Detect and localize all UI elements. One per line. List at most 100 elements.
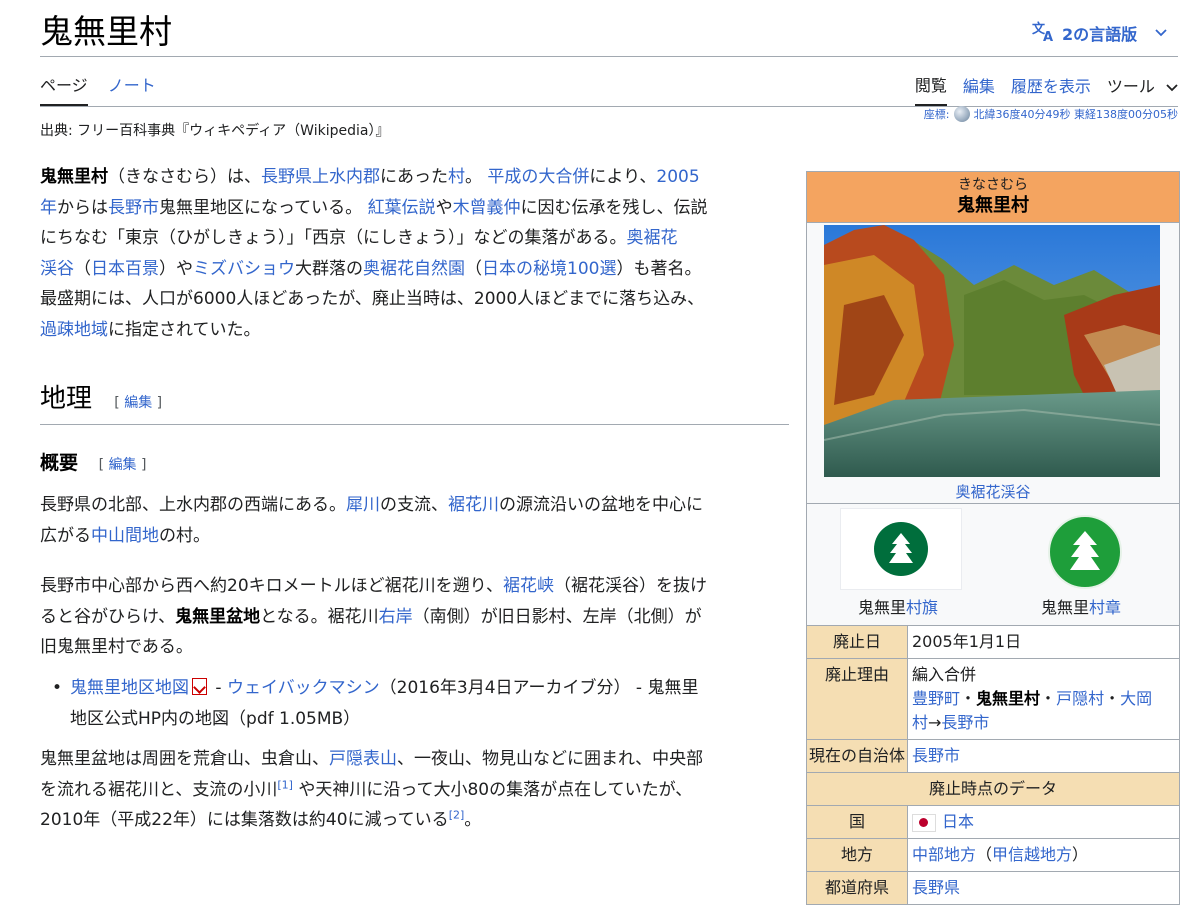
link-nagano-city[interactable]: 長野市 (108, 198, 159, 218)
text: 。 (464, 810, 482, 830)
reason-text: 編入合併 (912, 665, 977, 684)
section-divider (40, 424, 789, 425)
text: 地区公式HP内の地図（pdf 1.05MB） (70, 708, 361, 729)
link-nature-park[interactable]: 奥裾花自然園 (363, 259, 465, 279)
link-nagano-pref[interactable]: 長野県 (912, 878, 960, 897)
tab-read[interactable]: 閲覧 (914, 72, 947, 106)
page-title: 鬼無里村 (40, 12, 172, 51)
row-key: 地方 (807, 838, 908, 872)
globe-icon[interactable] (953, 106, 970, 122)
coordinates-label[interactable]: 座標: (924, 106, 950, 122)
gorge-photo[interactable] (824, 225, 1160, 477)
row-key: 廃止理由 (807, 658, 908, 740)
infobox-symbols: 鬼無里村旗 鬼無里村章 (807, 504, 1179, 626)
citation-1[interactable]: [1] (277, 778, 293, 791)
link-okususobana[interactable]: 奥裾花 (627, 228, 678, 248)
link-emblem[interactable]: 村章 (1089, 598, 1121, 617)
link-toyono[interactable]: 豊野町 (912, 689, 960, 708)
section-heading-geography: 地理 [ 編集 ] (40, 380, 162, 422)
link-mizubasho[interactable]: ミズバショウ (193, 259, 295, 279)
link-ooka-mura[interactable]: 村 (912, 713, 928, 732)
link-togakushi[interactable]: 戸隠村 (1056, 689, 1104, 708)
row-value: 長野市 (907, 739, 1179, 773)
separator: ・ (960, 689, 977, 708)
citation-2[interactable]: [2] (449, 808, 465, 821)
text: ると谷がひらけ、 (40, 606, 176, 627)
intro-paragraph: 鬼無里村（きなさむら）は、長野県上水内郡にあった村。 平成の大合併により、200… (40, 162, 788, 345)
text: からは (57, 197, 108, 218)
emblem-icon (874, 522, 928, 576)
edit-link[interactable]: 編集 (124, 395, 152, 411)
text: 、一夜山、物見山などに囲まれ、中央部 (397, 749, 704, 769)
link-2005[interactable]: 2005 (656, 167, 699, 187)
japan-flag-icon (912, 813, 936, 832)
link-japan[interactable]: 日本 (942, 812, 974, 831)
coordinates-value[interactable]: 北緯36度40分49秒 東経138度00分05秒 (974, 106, 1178, 122)
svg-text:A: A (1043, 30, 1053, 42)
text: 長野県の北部、上水内郡の西端にある。 (40, 495, 346, 515)
row-value: 編入合併 豊野町・鬼無里村・戸隠村・大岡 村→長野市 (907, 658, 1179, 740)
tab-history[interactable]: 履歴を表示 (1011, 73, 1091, 105)
link-ooka[interactable]: 大岡 (1120, 689, 1152, 708)
row-key: 廃止日 (807, 626, 908, 659)
link-hikyo-100[interactable]: 日本の秘境100選 (482, 259, 616, 279)
link-nagano[interactable]: 長野県 (261, 167, 312, 187)
edit-link[interactable]: 編集 (109, 457, 137, 473)
tab-edit[interactable]: 編集 (963, 73, 995, 105)
tab-page[interactable]: ページ (40, 72, 88, 106)
list-item: 鬼無里地区地図 - ウェイバックマシン（2016年3月4日アーカイブ分） - 鬼… (52, 673, 788, 734)
table-row: 廃止時点のデータ (807, 772, 1179, 806)
link-great-merger[interactable]: 平成の大合併 (487, 167, 589, 187)
subsection-edit: [ 編集 ] (98, 457, 147, 473)
lead-term: 鬼無里村 (40, 167, 108, 187)
link-chusankan[interactable]: 中山間地 (91, 526, 159, 546)
link-chubu[interactable]: 中部地方 (912, 845, 976, 864)
link-kinasa-map[interactable]: 鬼無里地区地図 (70, 678, 189, 698)
link-depopulated[interactable]: 過疎地域 (40, 320, 108, 340)
row-key: 国 (807, 805, 908, 839)
link-susobana-river[interactable]: 裾花川 (448, 495, 499, 515)
link-nagano-city[interactable]: 長野市 (912, 746, 960, 765)
link-wayback[interactable]: ウェイバックマシン (227, 678, 380, 698)
link-koshinetsu[interactable]: 甲信越地方 (992, 845, 1072, 864)
text: にあった (380, 167, 448, 187)
link-keikoku[interactable]: 渓谷 (40, 259, 74, 279)
link-kaminochi[interactable]: 上水内郡 (312, 167, 380, 187)
subsection-heading-overview: 概要 [ 編集 ] (40, 448, 146, 480)
link-togakushi-omote[interactable]: 戸隠表山 (329, 749, 397, 769)
text: にちなむ「東京（ひがしきょう）」「西京（にしきょう）」などの集落がある。 (40, 228, 627, 248)
village-emblem[interactable] (1048, 515, 1122, 589)
link-flag[interactable]: 村旗 (906, 598, 938, 617)
photo-caption[interactable]: 奥裾花渓谷 (807, 481, 1179, 502)
text: 最盛期には、人口が6000人ほどあったが、廃止当時は、2000人ほどまでに落ち込… (40, 289, 705, 309)
link-saigawa[interactable]: 犀川 (346, 495, 380, 515)
link-momiji-legend[interactable]: 紅葉伝説 (368, 198, 436, 218)
row-value: 長野県 (907, 871, 1179, 904)
row-value: 中部地方（甲信越地方） (907, 838, 1179, 872)
tab-talk[interactable]: ノート (108, 72, 156, 106)
link-kiso-yoshinaka[interactable]: 木曾義仲 (453, 198, 521, 218)
infobox-name: 鬼無里村 (957, 195, 1029, 216)
text: （2016年3月4日アーカイブ分） - 鬼無里 (379, 678, 699, 698)
translate-icon: 文A (1032, 20, 1056, 46)
text: や天神川に沿って大小80の集落が点在していたが、 (292, 779, 693, 800)
link-right-bank[interactable]: 右岸 (379, 607, 413, 627)
paragraph-overview-2: 長野市中心部から西へ約20キロメートルほど裾花川を遡り、裾花峡（裾花渓谷）を抜け… (40, 571, 788, 663)
table-row: 現在の自治体 長野市 (807, 739, 1179, 773)
language-button[interactable]: 文A 2の言語版 (1032, 20, 1167, 46)
text: （南側）が旧日影村、左岸（北側）が (412, 606, 702, 627)
table-row: 都道府県 長野県 (807, 871, 1179, 904)
link-year[interactable]: 年 (40, 198, 57, 218)
link-nagano-city[interactable]: 長野市 (941, 713, 989, 732)
infobox-photo-cell: 奥裾花渓谷 (807, 223, 1179, 504)
text: （ (976, 845, 993, 864)
tools-label: ツール (1106, 77, 1155, 96)
tools-menu[interactable]: ツール (1107, 73, 1178, 105)
link-nihon-hyakkei[interactable]: 日本百景 (91, 259, 159, 279)
text: に因む伝承を残し、伝説 (520, 197, 708, 218)
infobox-kana: きなさむら (958, 177, 1028, 193)
link-village[interactable]: 村 (448, 167, 465, 187)
link-susobana-gorge[interactable]: 裾花峡 (503, 576, 554, 596)
village-flag[interactable] (840, 508, 962, 590)
text: - (210, 678, 227, 698)
